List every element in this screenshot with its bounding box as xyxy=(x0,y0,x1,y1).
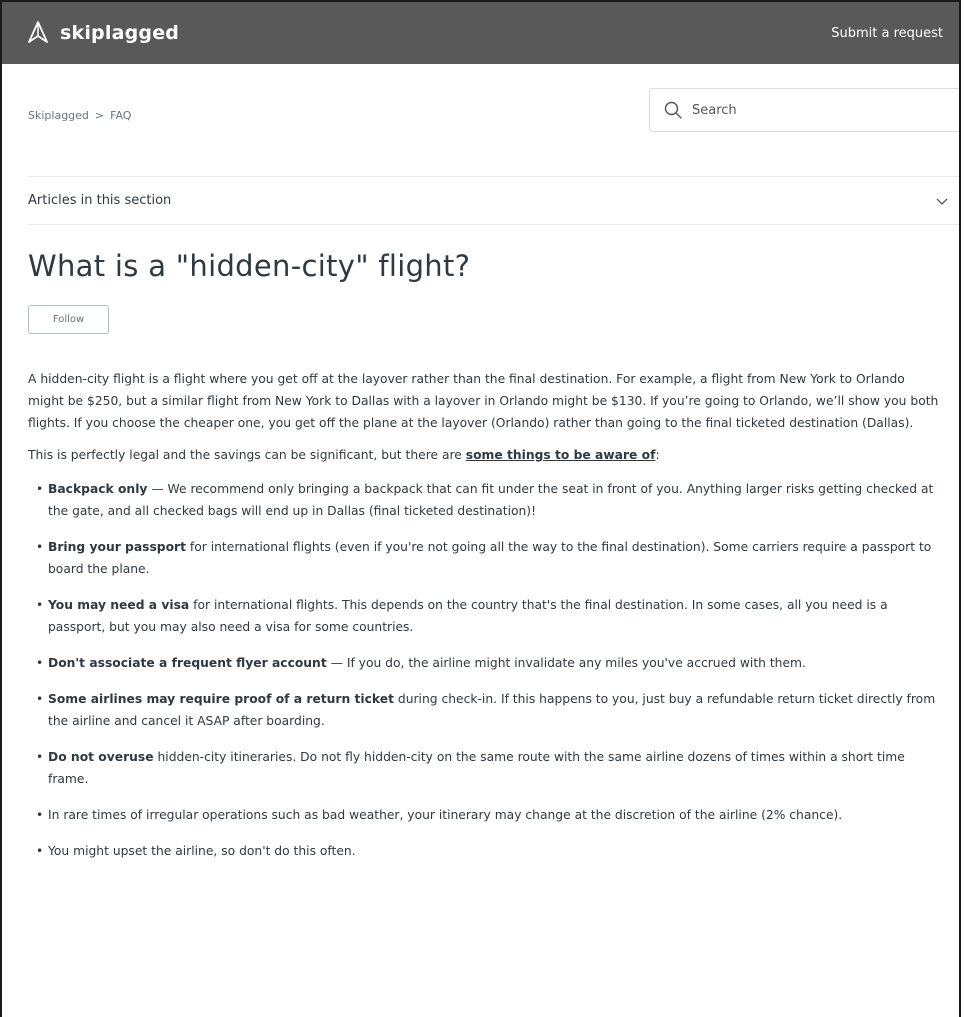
tip-text: — We recommend only bringing a backpack … xyxy=(48,482,934,518)
tip-text: hidden-city itineraries. Do not fly hidd… xyxy=(48,750,905,786)
article-intro: A hidden-city flight is a flight where y… xyxy=(28,372,939,430)
articles-in-section-label: Articles in this section xyxy=(28,193,172,208)
page-frame: skiplagged Submit a request Skiplagged >… xyxy=(0,0,961,1017)
chevron-down-icon xyxy=(936,198,948,205)
tips-list: Backpack only — We recommend only bringi… xyxy=(28,478,943,862)
tip-heading: You may need a visa xyxy=(48,598,190,612)
top-header: skiplagged Submit a request xyxy=(2,2,959,64)
search-box[interactable] xyxy=(649,88,959,132)
article-legal-note: This is perfectly legal and the savings … xyxy=(28,444,943,466)
brand-name: skiplagged xyxy=(60,22,180,44)
search-icon xyxy=(664,101,682,119)
tip-heading: Don't associate a frequent flyer account xyxy=(48,656,327,670)
list-item: In rare times of irregular operations su… xyxy=(36,804,943,826)
tip-text: In rare times of irregular operations su… xyxy=(48,808,843,822)
breadcrumb-item-faq[interactable]: FAQ xyxy=(110,109,131,122)
tip-text: You might upset the airline, so don't do… xyxy=(48,844,356,858)
tip-text: — If you do, the airline might invalidat… xyxy=(326,656,806,670)
search-input[interactable] xyxy=(690,101,934,119)
list-item: Backpack only — We recommend only bringi… xyxy=(36,478,943,522)
tip-heading: Some airlines may require proof of a ret… xyxy=(48,692,394,706)
legal-prefix: This is perfectly legal and the savings … xyxy=(28,448,466,462)
submit-request-link[interactable]: Submit a request xyxy=(831,26,943,41)
article-body: A hidden-city flight is a flight where y… xyxy=(28,368,943,862)
legal-suffix: : xyxy=(655,448,660,462)
things-to-be-aware-of-link[interactable]: some things to be aware of xyxy=(466,448,656,462)
list-item: Bring your passport for international fl… xyxy=(36,536,943,580)
breadcrumb: Skiplagged > FAQ xyxy=(28,109,131,122)
list-item: Do not overuse hidden-city itineraries. … xyxy=(36,746,943,790)
follow-button[interactable]: Follow xyxy=(28,305,109,334)
list-item: Don't associate a frequent flyer account… xyxy=(36,652,943,674)
article-title: What is a "hidden-city" flight? xyxy=(28,249,471,283)
subheader: Skiplagged > FAQ xyxy=(2,64,959,176)
brand[interactable]: skiplagged xyxy=(24,19,179,47)
paper-plane-icon xyxy=(28,21,48,43)
tip-heading: Bring your passport xyxy=(48,540,186,554)
list-item: You may need a visa for international fl… xyxy=(36,594,943,638)
breadcrumb-separator: > xyxy=(94,109,105,122)
breadcrumb-item-skiplagged[interactable]: Skiplagged xyxy=(28,109,89,122)
tip-heading: Backpack only xyxy=(48,482,148,496)
articles-in-section-toggle[interactable]: Articles in this section xyxy=(28,176,959,225)
tip-heading: Do not overuse xyxy=(48,750,154,764)
list-item: You might upset the airline, so don't do… xyxy=(36,840,943,862)
list-item: Some airlines may require proof of a ret… xyxy=(36,688,943,732)
